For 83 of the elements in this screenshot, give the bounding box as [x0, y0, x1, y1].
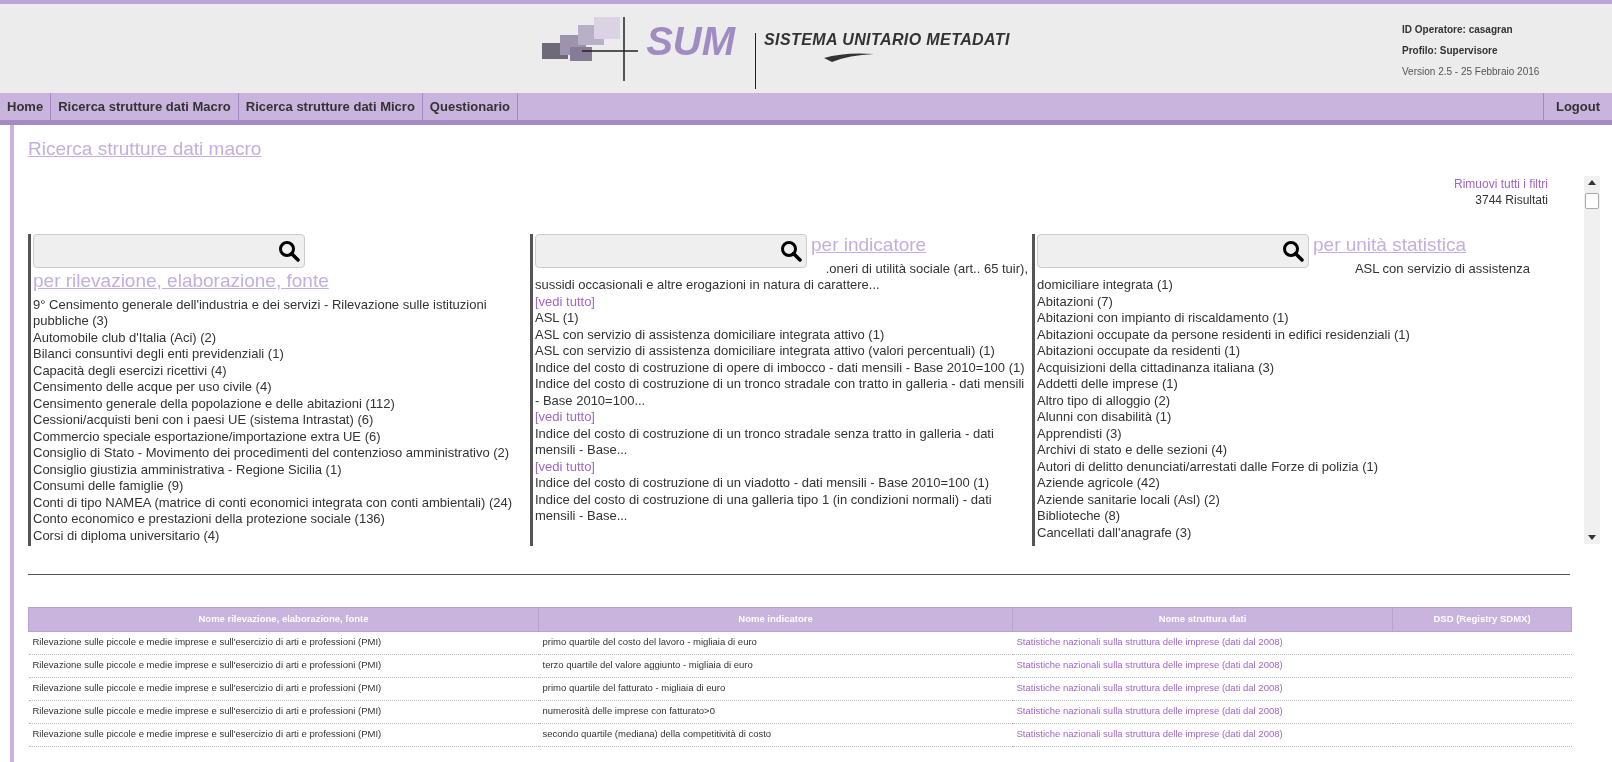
- search-field[interactable]: [535, 233, 807, 268]
- filter-option[interactable]: Acquisizioni della cittadinanza italiana (3): [1037, 359, 1530, 376]
- scroll-down-icon[interactable]: [1588, 534, 1596, 540]
- user-info-text: ID Operatore: casagran: [1402, 23, 1514, 37]
- filter-option[interactable]: Consiglio giustizia amministrativa - Regione Sicilia (1): [33, 461, 526, 478]
- search-icon[interactable]: [780, 239, 802, 262]
- filter-option[interactable]: Censimento generale della popolazione e delle abitazioni (112): [33, 395, 526, 412]
- column-header: Nome struttura dati: [1012, 607, 1393, 631]
- data-structure-link[interactable]: Statistiche nazionali sulla struttura delle imprese (dati dal 2008): [1016, 636, 1283, 648]
- table-cell: Rilevazione sulle piccole e medie imprese e sull'esercizio di arti e professioni (PMI): [32, 705, 382, 717]
- column-header: DSD (Registry SDMX): [1392, 607, 1572, 631]
- filter-option[interactable]: Biblioteche (8): [1037, 508, 1530, 525]
- filter-option[interactable]: Consumi delle famiglie (9): [33, 478, 526, 495]
- filter-option[interactable]: Indice del costo di costruzione di una galleria tipo 1 (in condizioni normali) - dati mensili - Base...: [535, 491, 1028, 525]
- filter-option[interactable]: Indice del costo di costruzione di opere di imbocco - dati mensili - Base 2010=100 (1): [535, 359, 1028, 376]
- filter-option[interactable]: Conto economico e prestazioni della protezione sociale (136): [33, 511, 526, 528]
- filter-option[interactable]: Indice del costo di costruzione di un tronco stradale senza tratto in galleria - dati mensili - Base...: [535, 425, 1028, 459]
- nav-tab[interactable]: Questionario: [422, 93, 519, 120]
- filter-option[interactable]: ASL con servizio di assistenza domiciliare integrata attivo (1): [535, 326, 1028, 343]
- filter-option[interactable]: ASL con servizio di assistenza domiciliare integrata attivo (valori percentuali) (1): [535, 343, 1028, 360]
- table-cell: Rilevazione sulle piccole e medie imprese e sull'esercizio di arti e professioni (PMI): [32, 636, 382, 648]
- table-cell: terzo quartile del valore aggiunto - migliaia di euro: [542, 659, 753, 671]
- data-structure-link[interactable]: Statistiche nazionali sulla struttura delle imprese (dati dal 2008): [1016, 728, 1283, 740]
- filter-option[interactable]: Aziende sanitarie locali (Asl) (2): [1037, 491, 1530, 508]
- data-structure-link[interactable]: Statistiche nazionali sulla struttura delle imprese (dati dal 2008): [1016, 682, 1283, 694]
- see-all-link[interactable]: [vedi tutto]: [535, 458, 595, 474]
- search-icon[interactable]: [278, 239, 300, 262]
- filter-option[interactable]: Cessioni/acquisti beni con i paesi UE (sistema Intrastat) (6): [33, 412, 526, 429]
- table-cell: secondo quartile (mediana) della competitività di costo: [542, 728, 772, 740]
- nav-tab[interactable]: Ricerca strutture dati Macro: [51, 93, 239, 120]
- filter-option[interactable]: Automobile club d'Italia (Aci) (2): [33, 329, 526, 346]
- remove-filters-link[interactable]: Rimuovi tutti i filtri: [1454, 175, 1548, 192]
- filter-option[interactable]: Aziende agricole (42): [1037, 475, 1530, 492]
- nav-tab[interactable]: Ricerca strutture dati Micro: [238, 93, 423, 120]
- filter-option[interactable]: Indice del costo di costruzione di un tronco stradale con tratto in galleria - dati mensili - Base 2010=100...: [535, 376, 1028, 409]
- filter-option[interactable]: Abitazioni (7): [1037, 293, 1530, 310]
- filter-option[interactable]: Abitazioni occupate da residenti (1): [1037, 343, 1530, 360]
- search-icon[interactable]: [1282, 239, 1304, 262]
- filter-option[interactable]: Altro tipo di alloggio (2): [1037, 392, 1530, 409]
- see-all-link[interactable]: [vedi tutto]: [535, 409, 595, 424]
- filter-option[interactable]: 9° Censimento generale dell'industria e dei servizi - Rilevazione sulle istituzioni pubbliche (3): [33, 296, 526, 330]
- filter-option[interactable]: ASL con servizio di assistenza domiciliare integrata (1): [1037, 260, 1530, 294]
- filter-option[interactable]: Autori di delitto denunciati/arrestati dalle Forze di polizia (1): [1037, 458, 1530, 475]
- filter-option[interactable]: Consiglio di Stato - Movimento dei procedimenti del contenzioso amministrativo (2): [33, 445, 526, 462]
- data-structure-link[interactable]: Statistiche nazionali sulla struttura delle imprese (dati dal 2008): [1016, 705, 1283, 717]
- filter-option[interactable]: Cancellati dall'anagrafe (3): [1037, 524, 1530, 541]
- filter-option[interactable]: Indice del costo di costruzione di un viadotto - dati mensili - Base 2010=100 (1): [535, 475, 1028, 492]
- filter-option[interactable]: Conti di tipo NAMEA (matrice di conti economici integrata con conti ambientali) (24): [33, 494, 526, 511]
- filter-option[interactable]: Abitazioni con impianto di riscaldamento (1): [1037, 310, 1530, 327]
- logout-link[interactable]: Logout: [1542, 93, 1612, 120]
- filter-option[interactable]: Commercio speciale esportazione/importazione extra UE (6): [33, 428, 526, 445]
- filter-option[interactable]: Abitazioni occupate da persone residenti in edifici residenziali (1): [1037, 326, 1530, 343]
- results-count: 3744 Risultati: [1475, 191, 1548, 208]
- filter-option[interactable]: ASL (1): [535, 310, 1028, 327]
- search-field[interactable]: [33, 233, 305, 268]
- filter-option[interactable]: .oneri di utilità sociale (art.. 65 tuir), sussidi occasionali e altre erogazioni in natura di carattere...: [535, 260, 1028, 294]
- see-all-link[interactable]: [vedi tutto]: [535, 293, 595, 309]
- table-cell: numerosità delle imprese con fatturato>0: [542, 705, 715, 717]
- search-field[interactable]: [1037, 233, 1309, 268]
- logo-subtitle: SISTEMA UNITARIO METADATI: [764, 29, 1010, 50]
- table-cell: Rilevazione sulle piccole e medie imprese e sull'esercizio di arti e professioni (PMI): [32, 682, 382, 694]
- table-cell: primo quartile del fatturato - migliaia di euro: [542, 682, 726, 694]
- scroll-thumb[interactable]: [1585, 192, 1599, 209]
- filter-option[interactable]: Alunni con disabilità (1): [1037, 409, 1530, 426]
- filter-option[interactable]: Capacità degli esercizi ricettivi (4): [33, 362, 526, 379]
- filter-option[interactable]: Censimento delle acque per uso civile (4): [33, 379, 526, 396]
- filter-option[interactable]: Bilanci consuntivi degli enti previdenziali (1): [33, 346, 526, 363]
- filter-option[interactable]: Archivi di stato e delle sezioni (4): [1037, 442, 1530, 459]
- scrollbar[interactable]: [1584, 175, 1600, 544]
- logo-title: SUM: [646, 20, 735, 61]
- user-info-text: Version 2.5 - 25 Febbraio 2016: [1402, 65, 1541, 79]
- table-cell: Rilevazione sulle piccole e medie imprese e sull'esercizio di arti e professioni (PMI): [32, 659, 382, 671]
- user-info-text: Profilo: Supervisore: [1402, 44, 1499, 58]
- column-header: Nome rilevazione, elaborazione, fonte: [28, 607, 539, 631]
- nav-tab[interactable]: Home: [0, 93, 52, 120]
- filter-option[interactable]: Corsi di diploma universitario (4): [33, 527, 526, 544]
- scroll-up-icon[interactable]: [1588, 179, 1596, 185]
- column-header: Nome indicatore: [538, 607, 1013, 631]
- table-cell: primo quartile del costo del lavoro - migliaia di euro: [542, 636, 757, 648]
- filter-option[interactable]: Addetti delle imprese (1): [1037, 376, 1530, 393]
- table-cell: Rilevazione sulle piccole e medie imprese e sull'esercizio di arti e professioni (PMI): [32, 728, 382, 740]
- data-structure-link[interactable]: Statistiche nazionali sulla struttura delle imprese (dati dal 2008): [1016, 659, 1283, 671]
- filter-option[interactable]: Apprendisti (3): [1037, 425, 1530, 442]
